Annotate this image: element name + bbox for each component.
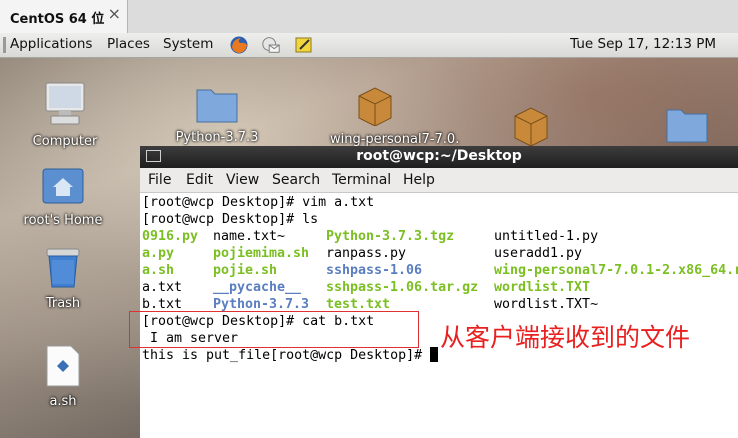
terminal-line: [root@wcp Desktop]# vim a.txt: [142, 195, 375, 210]
desktop-icon-label: Computer: [32, 134, 98, 149]
ls-entry: name.txt~: [213, 229, 286, 244]
menu-view[interactable]: View: [226, 172, 259, 188]
vm-tab-bar: CentOS 64 位 ×: [0, 0, 738, 34]
menu-search[interactable]: Search: [272, 172, 320, 188]
desktop-icon-home[interactable]: root's Home: [18, 163, 108, 228]
desktop-icon-a-sh[interactable]: a.sh: [18, 344, 108, 409]
top-panel: Applications Places System Tue Sep 17, 1…: [0, 33, 738, 58]
terminal-window[interactable]: root@wcp:~/Desktop File Edit View Search…: [140, 146, 738, 438]
ls-entry: 0916.py: [142, 229, 199, 244]
computer-icon: [45, 82, 85, 125]
system-menu[interactable]: System: [163, 36, 213, 52]
applications-menu[interactable]: Applications: [10, 36, 92, 52]
package-icon: [514, 107, 548, 147]
terminal-titlebar[interactable]: root@wcp:~/Desktop: [140, 146, 738, 168]
desktop-icon-python[interactable]: Python-3.7.3: [172, 82, 262, 145]
annotation-text: 从客户端接收到的文件: [440, 323, 691, 352]
vm-tab-label: CentOS 64 位: [10, 12, 105, 27]
firefox-icon[interactable]: [229, 35, 249, 55]
package-icon: [358, 87, 392, 127]
ls-entry: a.txt: [142, 280, 183, 295]
desktop-icon-label: wing-personal7-7.0.: [330, 132, 460, 147]
terminal-menubar: File Edit View Search Terminal Help: [140, 168, 738, 193]
menu-edit[interactable]: Edit: [186, 172, 213, 188]
ls-entry: __pycache__: [213, 280, 302, 295]
home-folder-icon: [42, 168, 84, 204]
desktop-icon-wing-rpm[interactable]: wing-personal7-7.0.: [330, 82, 460, 147]
ls-entry: a.sh: [142, 263, 175, 278]
desktop-icon-label: root's Home: [23, 213, 103, 228]
desktop-icon-label: a.sh: [49, 394, 77, 409]
desktop-icon-label: Trash: [45, 296, 81, 311]
ls-entry: pojie.sh: [213, 263, 278, 278]
menu-terminal[interactable]: Terminal: [332, 172, 391, 188]
mail-icon[interactable]: [261, 35, 281, 55]
terminal-title: root@wcp:~/Desktop: [356, 148, 522, 164]
desktop-icon-package-2[interactable]: [486, 102, 576, 150]
desktop-icon-computer[interactable]: Computer: [20, 80, 110, 149]
ls-entry: sshpass-1.06: [326, 263, 423, 278]
text-cursor: [430, 347, 439, 362]
folder-icon: [666, 109, 708, 143]
ls-entry: Python-3.7.3.tgz: [326, 229, 455, 244]
ls-entry: sshpass-1.06.tar.gz: [326, 280, 479, 295]
trash-icon: [46, 248, 80, 288]
menu-file[interactable]: File: [148, 172, 171, 188]
ls-entry: useradd1.py: [494, 246, 583, 261]
desktop-icon-label: Python-3.7.3: [175, 130, 259, 145]
terminal-line: this is put_file[root@wcp Desktop]#: [142, 348, 431, 363]
ls-entry: untitled-1.py: [494, 229, 599, 244]
panel-handle-icon: [3, 37, 6, 53]
ls-entry: a.py: [142, 246, 175, 261]
folder-icon: [196, 89, 238, 123]
ls-entry: ranpass.py: [326, 246, 407, 261]
terminal-prompt-line[interactable]: this is put_file[root@wcp Desktop]#: [142, 347, 439, 364]
note-editor-icon[interactable]: [294, 35, 314, 55]
places-menu[interactable]: Places: [107, 36, 150, 52]
menu-help[interactable]: Help: [403, 172, 435, 188]
ls-entry: wordlist.TXT: [494, 280, 591, 295]
vm-tab[interactable]: CentOS 64 位 ×: [0, 0, 128, 33]
script-file-icon: [46, 345, 80, 387]
ls-entry: wing-personal7-7.0.1-2.x86_64.rpm: [494, 263, 738, 278]
ls-entry: wordlist.TXT~: [494, 297, 599, 312]
highlight-box: [129, 311, 419, 348]
desktop-icon-folder-2[interactable]: [642, 102, 732, 148]
ls-entry: pojiemima.sh: [213, 246, 310, 261]
desktop-icon-trash[interactable]: Trash: [18, 242, 108, 311]
clock[interactable]: Tue Sep 17, 12:13 PM: [570, 36, 716, 52]
close-icon[interactable]: ×: [108, 6, 121, 22]
terminal-line: [root@wcp Desktop]# ls: [142, 212, 319, 227]
